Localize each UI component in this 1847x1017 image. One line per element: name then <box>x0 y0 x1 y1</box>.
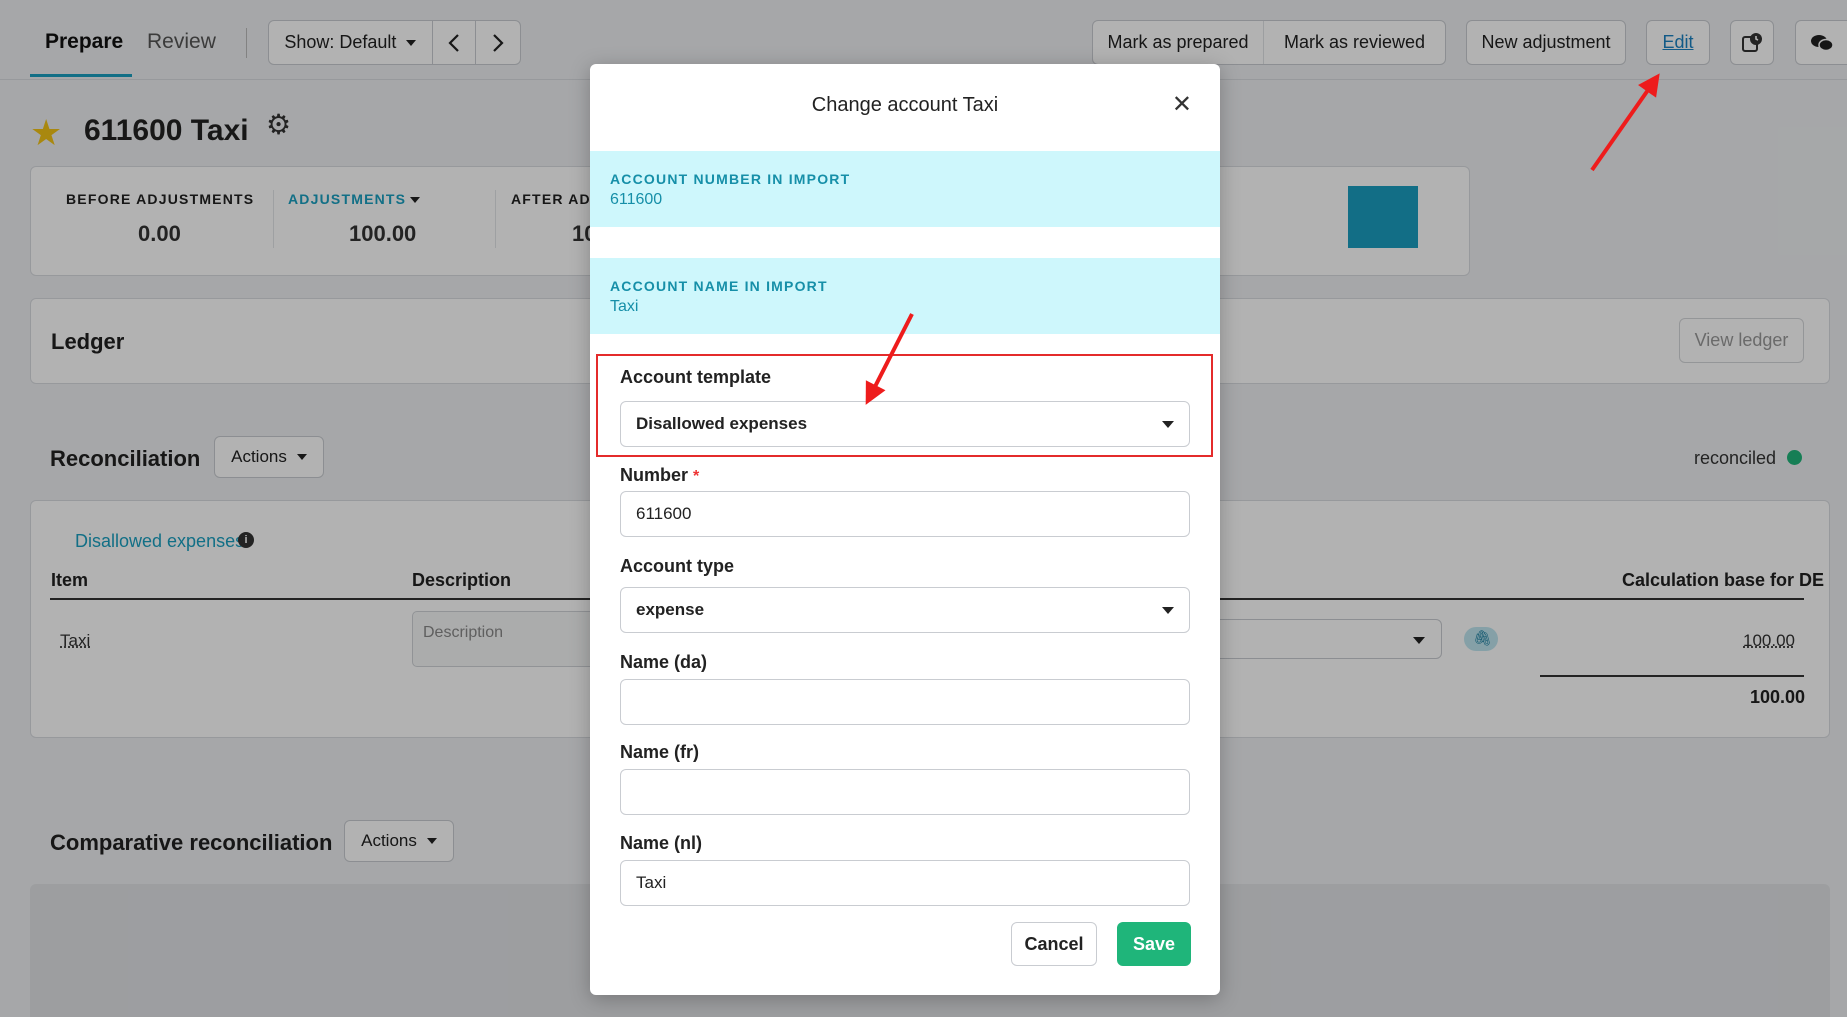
caret-down-icon <box>1162 421 1174 428</box>
name-fr-label: Name (fr) <box>620 742 699 763</box>
name-fr-input[interactable] <box>620 769 1190 815</box>
modal-title: Change account Taxi <box>590 94 1220 117</box>
account-type-label: Account type <box>620 556 734 577</box>
name-nl-label: Name (nl) <box>620 833 702 854</box>
account-number-value: 611600 <box>610 191 662 209</box>
account-template-value: Disallowed expenses <box>636 414 807 434</box>
cancel-button[interactable]: Cancel <box>1011 922 1097 966</box>
name-nl-value: Taxi <box>636 873 666 893</box>
required-marker: * <box>693 468 699 485</box>
name-nl-input[interactable]: Taxi <box>620 860 1190 906</box>
save-button[interactable]: Save <box>1117 922 1191 966</box>
name-da-label: Name (da) <box>620 652 707 673</box>
name-da-input[interactable] <box>620 679 1190 725</box>
number-input[interactable]: 611600 <box>620 491 1190 537</box>
account-type-value: expense <box>636 600 704 620</box>
account-name-value: Taxi <box>610 298 638 316</box>
close-icon[interactable]: ✕ <box>1172 90 1192 119</box>
caret-down-icon <box>1162 607 1174 614</box>
account-type-select[interactable]: expense <box>620 587 1190 633</box>
account-number-info: ACCOUNT NUMBER IN IMPORT 611600 <box>590 151 1220 227</box>
account-name-label: ACCOUNT NAME IN IMPORT <box>610 278 828 294</box>
account-number-label: ACCOUNT NUMBER IN IMPORT <box>610 171 850 187</box>
account-template-label: Account template <box>620 367 771 388</box>
number-label: Number * <box>620 465 699 486</box>
account-template-select[interactable]: Disallowed expenses <box>620 401 1190 447</box>
number-label-text: Number <box>620 465 688 485</box>
change-account-modal: Change account Taxi ✕ ACCOUNT NUMBER IN … <box>590 64 1220 995</box>
number-value: 611600 <box>636 504 691 524</box>
